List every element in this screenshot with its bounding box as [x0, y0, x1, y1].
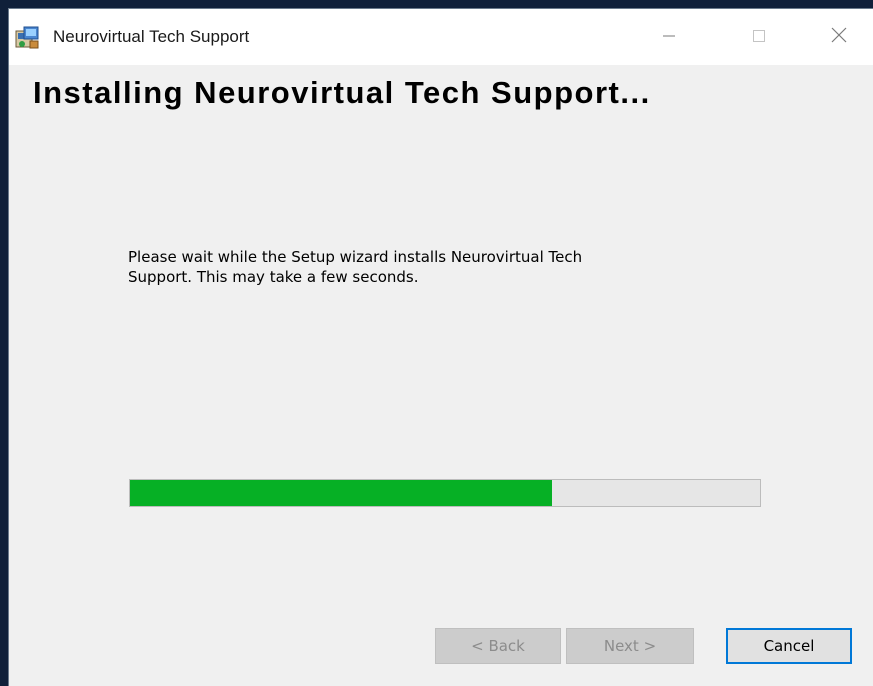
install-progress-bar [129, 479, 761, 507]
progress-fill [130, 480, 553, 506]
page-title: Installing Neurovirtual Tech Support... [33, 75, 651, 110]
close-icon [831, 27, 847, 47]
status-description: Please wait while the Setup wizard insta… [128, 247, 728, 287]
maximize-button[interactable] [729, 9, 789, 65]
window-title: Neurovirtual Tech Support [53, 27, 250, 46]
next-button[interactable]: Next > [566, 628, 694, 664]
close-button[interactable] [809, 9, 869, 65]
back-button[interactable]: < Back [435, 628, 561, 664]
description-line-2: Support. This may take a few seconds. [128, 268, 419, 286]
cancel-button[interactable]: Cancel [726, 628, 852, 664]
maximize-icon [752, 28, 766, 47]
installer-window: Neurovirtual Tech Support Installing Neu… [8, 8, 873, 686]
description-line-1: Please wait while the Setup wizard insta… [128, 248, 583, 266]
minimize-icon [662, 28, 676, 47]
installer-icon [13, 25, 43, 51]
minimize-button[interactable] [639, 9, 699, 65]
title-bar[interactable]: Neurovirtual Tech Support [9, 9, 873, 65]
